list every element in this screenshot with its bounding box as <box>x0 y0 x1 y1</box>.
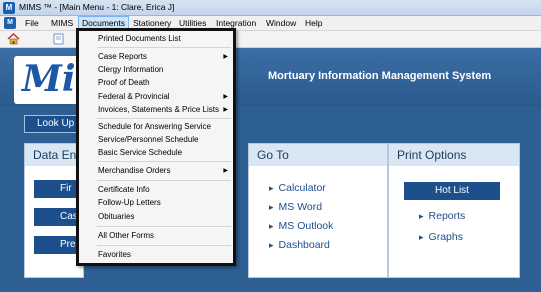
menu-item-label: Schedule for Answering Service <box>98 122 211 131</box>
menu-item-obituaries[interactable]: Obituaries <box>79 211 233 223</box>
title-bar: M MIMS ™ - [Main Menu - 1: Clare, Erica … <box>0 0 541 16</box>
menu-separator <box>97 47 231 48</box>
menu-item-label: Invoices, Statements & Price Lists <box>98 105 219 114</box>
document-icon[interactable] <box>52 33 65 45</box>
menu-item-clergy-information[interactable]: Clergy Information <box>79 64 233 76</box>
menu-separator <box>97 226 231 227</box>
menu-separator <box>97 180 231 181</box>
home-icon[interactable] <box>7 33 20 45</box>
menu-item-label: Proof of Death <box>98 78 150 87</box>
menu-item-label: Obituaries <box>98 212 135 221</box>
data-entry-panel: Data En Fir Cas Pre <box>24 143 94 278</box>
submenu-arrow-icon: ▶ <box>223 54 228 60</box>
menu-item-label: Clergy Information <box>98 65 164 74</box>
menu-separator <box>97 118 231 119</box>
menu-item-schedule-answering-service[interactable]: Schedule for Answering Service <box>79 121 233 133</box>
menu-item-label: Merchandise Orders <box>98 166 171 175</box>
submenu-arrow-icon: ▶ <box>223 107 228 113</box>
menu-item-merchandise-orders[interactable]: Merchandise Orders ▶ <box>79 165 233 177</box>
system-menu-icon[interactable]: M <box>4 17 16 29</box>
logo: Mi <box>14 56 84 104</box>
menu-item-label: Federal & Provincial <box>98 92 170 101</box>
menu-item-invoices-statements-price-lists[interactable]: Invoices, Statements & Price Lists ▶ <box>79 104 233 116</box>
graphs-link[interactable]: Graphs <box>419 231 463 243</box>
menu-item-label: Basic Service Schedule <box>98 148 183 157</box>
print-options-title: Print Options <box>389 144 519 166</box>
menu-item-label: All Other Forms <box>98 231 155 240</box>
menu-item-printed-documents-list[interactable]: Printed Documents List <box>79 33 233 45</box>
menu-item-label: Case Reports <box>98 52 147 61</box>
menu-window[interactable]: Window <box>263 16 299 31</box>
menu-item-favorites[interactable]: Favorites <box>79 249 233 261</box>
print-options-panel: Print Options Hot List Reports Graphs <box>388 143 520 278</box>
app-icon: M <box>3 2 15 14</box>
window-title: MIMS ™ - [Main Menu - 1: Clare, Erica J] <box>19 2 175 12</box>
menu-item-all-other-forms[interactable]: All Other Forms <box>79 230 233 242</box>
goto-calculator-link[interactable]: Calculator <box>269 182 326 194</box>
menu-item-follow-up-letters[interactable]: Follow-Up Letters <box>79 197 233 209</box>
goto-ms-word-link[interactable]: MS Word <box>269 201 323 213</box>
menu-item-case-reports[interactable]: Case Reports ▶ <box>79 51 233 63</box>
menu-item-proof-of-death[interactable]: Proof of Death <box>79 77 233 89</box>
reports-link[interactable]: Reports <box>419 210 466 222</box>
submenu-arrow-icon: ▶ <box>223 94 228 100</box>
documents-dropdown-menu: Printed Documents List Case Reports ▶ Cle… <box>76 28 236 266</box>
hot-list-button[interactable]: Hot List <box>404 182 500 200</box>
menu-item-label: Printed Documents List <box>98 34 181 43</box>
menu-mims[interactable]: MIMS <box>48 16 76 31</box>
goto-panel: Go To Calculator MS Word MS Outlook Dash… <box>248 143 388 278</box>
data-entry-title: Data En <box>25 144 83 166</box>
goto-dashboard-link[interactable]: Dashboard <box>269 239 330 251</box>
logo-text: Mi <box>22 58 76 100</box>
menu-item-federal-provincial[interactable]: Federal & Provincial ▶ <box>79 91 233 103</box>
menu-item-basic-service-schedule[interactable]: Basic Service Schedule <box>79 147 233 159</box>
menu-item-label: Certificate Info <box>98 185 150 194</box>
menu-help[interactable]: Help <box>302 16 325 31</box>
goto-ms-outlook-link[interactable]: MS Outlook <box>269 220 334 232</box>
submenu-arrow-icon: ▶ <box>223 168 228 174</box>
menu-item-service-personnel-schedule[interactable]: Service/Personnel Schedule <box>79 134 233 146</box>
menu-separator <box>97 161 231 162</box>
menu-item-label: Service/Personnel Schedule <box>98 135 199 144</box>
goto-title: Go To <box>249 144 387 166</box>
menu-item-label: Follow-Up Letters <box>98 198 161 207</box>
menu-item-label: Favorites <box>98 250 131 259</box>
look-up-button[interactable]: Look Up <box>24 115 80 133</box>
menu-file[interactable]: File <box>22 16 42 31</box>
system-title: Mortuary Information Management System <box>268 70 492 82</box>
menu-item-certificate-info[interactable]: Certificate Info <box>79 184 233 196</box>
menu-separator <box>97 245 231 246</box>
